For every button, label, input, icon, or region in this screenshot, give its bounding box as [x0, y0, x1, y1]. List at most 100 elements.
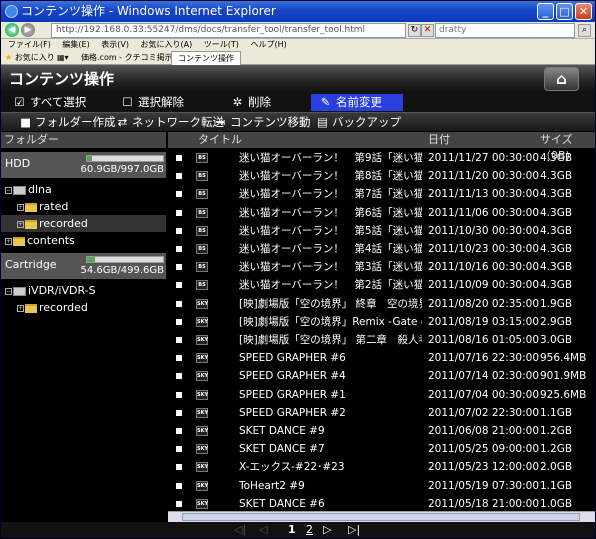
- column-date[interactable]: 日付: [428, 132, 450, 148]
- table-row[interactable]: SKY [映]劇場版「空の境界」 第二章 殺人考察 2011/08/16 01:05…: [168, 331, 595, 349]
- row-checkbox[interactable]: [176, 446, 182, 453]
- table-row[interactable]: SKY SKET DANCE #7 2011/05/25 09:00:00 1.2GB: [168, 440, 595, 458]
- table-row[interactable]: SKY X-エックス-#22･#23 2011/05/23 12:00:00 2.0G…: [168, 458, 595, 476]
- rename-button[interactable]: ✎ 名前変更: [311, 94, 403, 111]
- select-all-button[interactable]: ☑ すべて選択: [5, 94, 110, 111]
- close-button[interactable]: ✕: [575, 3, 592, 20]
- menu-bar: ファイル(F) 編集(E) 表示(V) お気に入り(A) ツール(T) ヘルプ(…: [1, 39, 595, 51]
- row-checkbox[interactable]: [176, 173, 182, 180]
- row-checkbox[interactable]: [176, 337, 182, 343]
- row-checkbox[interactable]: [176, 209, 182, 216]
- maximize-button[interactable]: □: [556, 3, 573, 20]
- table-row[interactable]: BS 迷い猫オーバーラン！ 第3話「迷い猫、兄 2011/10/16 00:30:0…: [168, 258, 595, 276]
- new-folder-button[interactable]: ■ フォルダー作成: [19, 114, 115, 131]
- row-checkbox[interactable]: [176, 282, 182, 289]
- device-cartridge[interactable]: Cartridge 54.6GB/499.6GB: [1, 253, 166, 279]
- refresh-icon[interactable]: ↻: [408, 24, 421, 37]
- row-date: 2011/11/13 00:30:00: [428, 188, 540, 201]
- table-row[interactable]: BS 迷い猫オーバーラン！ 第9話「迷い猫、え 2011/11/27 00:30:0…: [168, 149, 595, 167]
- expand-icon[interactable]: +: [17, 220, 24, 228]
- tab-kakaku[interactable]: 価格.com - クチコミ掲示: [81, 51, 173, 65]
- tree-item-ivdr[interactable]: − iVDR/iVDR-S: [1, 282, 166, 299]
- tree-item-dlna[interactable]: − dlna: [1, 181, 166, 198]
- backup-button[interactable]: ▤ バックアップ: [316, 114, 401, 131]
- move-content-button[interactable]: ⇥ コンテンツ移動: [214, 114, 311, 131]
- table-row[interactable]: BS 迷い猫オーバーラン！ 第4話「迷い猫、肌 2011/10/23 00:30:0…: [168, 240, 595, 258]
- search-input[interactable]: dratty: [435, 23, 575, 38]
- tab-contents[interactable]: コンテンツ操作: [171, 51, 241, 65]
- menu-favorites[interactable]: お気に入り(A): [141, 40, 193, 49]
- row-checkbox[interactable]: [176, 318, 182, 325]
- scrollbar-thumb[interactable]: [182, 513, 580, 521]
- tree-item-recorded[interactable]: + recorded: [1, 215, 166, 232]
- expand-icon[interactable]: +: [17, 203, 24, 211]
- table-row[interactable]: BS 迷い猫オーバーラン！ 第8話「迷い猫、拡 2011/11/20 00:30:0…: [168, 167, 595, 185]
- table-row[interactable]: SKY [映]劇場版「空の境界」 終章 空の境界[2011/08/20 02:35…: [168, 295, 595, 313]
- url-input[interactable]: http://192.168.0.33:55247/dms/docs/trans…: [51, 23, 406, 38]
- favorites-button[interactable]: ★ お気に入り: [5, 51, 55, 65]
- row-title: [映]劇場版「空の境界」 第二章 殺人考察: [239, 334, 422, 346]
- row-checkbox[interactable]: [176, 500, 182, 507]
- table-row[interactable]: BS 迷い猫オーバーラン！ 第6話「迷い猫、臣 2011/11/06 00:30:0…: [168, 204, 595, 222]
- collapse-icon[interactable]: −: [5, 186, 12, 194]
- row-checkbox[interactable]: [176, 373, 182, 380]
- page-1[interactable]: 1: [288, 523, 296, 536]
- function-toolbar: ■ フォルダー作成 ⇄ ネットワーク転送 ⇥ コンテンツ移動 ▤ バックアップ: [1, 112, 595, 131]
- delete-button[interactable]: ✲ 削除: [223, 94, 303, 111]
- table-row[interactable]: SKY SKET DANCE #9 2011/06/08 21:00:00 1.2GB: [168, 422, 595, 440]
- tab-list-icon[interactable]: ▦▾: [57, 51, 69, 65]
- menu-tools[interactable]: ツール(T): [204, 40, 239, 49]
- row-checkbox[interactable]: [176, 428, 182, 434]
- minimize-button[interactable]: _: [537, 3, 554, 20]
- menu-help[interactable]: ヘルプ(H): [250, 40, 286, 49]
- stop-icon[interactable]: ✕: [421, 24, 434, 37]
- row-checkbox[interactable]: [176, 464, 182, 471]
- table-row[interactable]: SKY SPEED GRAPHER #1 2011/07/04 00:30:00 92…: [168, 386, 595, 404]
- row-date: 2011/07/04 00:30:00: [428, 388, 540, 401]
- row-title: SPEED GRAPHER #1: [239, 388, 346, 401]
- expand-icon[interactable]: +: [5, 237, 12, 245]
- tree-item-contents[interactable]: + contents: [1, 232, 166, 249]
- collapse-icon[interactable]: −: [5, 287, 12, 295]
- row-checkbox[interactable]: [176, 300, 182, 307]
- row-checkbox[interactable]: [176, 482, 182, 489]
- table-row[interactable]: BS 迷い猫オーバーラン！ 第7話「迷い猫、男 2011/11/13 00:30:0…: [168, 185, 595, 203]
- row-checkbox[interactable]: [176, 155, 182, 161]
- row-checkbox[interactable]: [176, 355, 182, 362]
- device-hdd[interactable]: HDD 60.9GB/997.0GB: [1, 152, 166, 178]
- row-checkbox[interactable]: [176, 246, 182, 252]
- network-transfer-button[interactable]: ⇄ ネットワーク転送: [116, 114, 224, 131]
- deselect-button[interactable]: ☐ 選択解除: [113, 94, 213, 111]
- table-row[interactable]: SKY SPEED GRAPHER #6 2011/07/16 22:30:00 95…: [168, 349, 595, 367]
- forward-icon[interactable]: ▶: [21, 23, 35, 37]
- table-row[interactable]: BS 迷い猫オーバーラン！ 第2話「迷い猫、天 2011/10/09 00:30:0…: [168, 276, 595, 294]
- horizontal-scrollbar[interactable]: [168, 511, 595, 522]
- table-row[interactable]: SKY SPEED GRAPHER #4 2011/07/14 02:30:00 90…: [168, 367, 595, 385]
- menu-view[interactable]: 表示(V): [101, 40, 129, 49]
- menu-file[interactable]: ファイル(F): [8, 40, 51, 49]
- table-row[interactable]: BS 迷い猫オーバーラン！ 第5話「迷い猫、北 2011/10/30 00:30:0…: [168, 222, 595, 240]
- menu-edit[interactable]: 編集(E): [62, 40, 89, 49]
- row-checkbox[interactable]: [176, 191, 182, 198]
- table-row[interactable]: SKY SPEED GRAPHER #2 2011/07/02 22:30:00 1.…: [168, 404, 595, 422]
- page-2[interactable]: 2: [306, 523, 313, 536]
- tree-item-ivdr-recorded[interactable]: + recorded: [1, 299, 166, 316]
- channel-icon: SKY: [196, 298, 209, 309]
- back-icon[interactable]: ◀: [5, 23, 19, 37]
- row-checkbox[interactable]: [176, 391, 182, 398]
- row-checkbox[interactable]: [176, 227, 182, 234]
- table-row[interactable]: SKY ToHeart2 #9 2011/05/19 07:30:00 1.1GB: [168, 477, 595, 495]
- capacity-fill: [87, 257, 96, 262]
- tree-item-rated[interactable]: + rated: [1, 198, 166, 215]
- column-title[interactable]: タイトル: [198, 132, 242, 148]
- table-row[interactable]: SKY [映]劇場版「空の境界」Remix -Gate of s 2011/08/1…: [168, 313, 595, 331]
- last-page-icon[interactable]: ▷|: [348, 523, 360, 536]
- row-checkbox[interactable]: [176, 409, 182, 416]
- row-checkbox[interactable]: [176, 264, 182, 271]
- next-page-icon[interactable]: ▷: [323, 523, 331, 536]
- search-icon[interactable]: ⌕: [578, 24, 591, 37]
- home-button[interactable]: ⌂: [544, 67, 579, 91]
- expand-icon[interactable]: +: [17, 304, 24, 312]
- row-title: 迷い猫オーバーラン！ 第5話「迷い猫、北: [239, 224, 422, 237]
- row-size: 3.0GB: [540, 334, 573, 346]
